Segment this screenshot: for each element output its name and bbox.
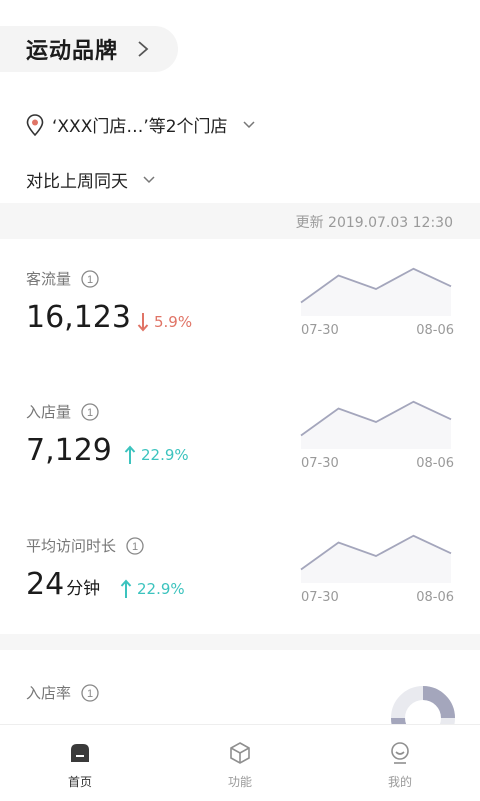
- chevron-right-icon: [136, 40, 150, 58]
- metric-value: 7,129: [26, 433, 114, 468]
- info-icon[interactable]: 1: [81, 403, 99, 421]
- chart-tick-end: 08-06: [416, 590, 454, 605]
- sparkline-chart: [300, 391, 452, 451]
- info-icon[interactable]: 1: [81, 270, 99, 288]
- compare-selector[interactable]: 对比上周同天: [26, 167, 156, 192]
- svg-text:1: 1: [87, 407, 93, 419]
- chevron-down-icon: [242, 120, 256, 130]
- arrow-up-icon: [120, 579, 132, 599]
- metric-value: 16,123: [26, 300, 133, 335]
- svg-text:1: 1: [87, 274, 93, 286]
- nav-features[interactable]: 功能: [160, 725, 320, 801]
- brand-selector[interactable]: 运动品牌: [0, 26, 178, 72]
- compare-selector-label: 对比上周同天: [26, 167, 128, 192]
- chevron-down-icon: [142, 175, 156, 185]
- metric-label-row: 客流量 1: [26, 268, 99, 289]
- chart-tick-end: 08-06: [416, 323, 454, 338]
- metric-value: 24分钟: [26, 567, 100, 602]
- metric-change-value: 22.9%: [141, 446, 189, 464]
- profile-icon: [388, 741, 412, 765]
- metric-change-value: 5.9%: [154, 313, 192, 331]
- metric-value-number: 24: [26, 567, 64, 602]
- brand-title: 运动品牌: [26, 33, 118, 65]
- bottom-nav: 首页 功能 我的: [0, 724, 480, 801]
- update-banner: 更新 2019.07.03 12:30: [0, 203, 480, 239]
- info-icon[interactable]: 1: [81, 684, 99, 702]
- metric-change-value: 22.9%: [137, 580, 185, 598]
- metric-label: 平均访问时长: [26, 535, 116, 556]
- location-pin-icon: [26, 114, 44, 136]
- metric-label: 入店量: [26, 401, 71, 422]
- nav-profile[interactable]: 我的: [320, 725, 480, 801]
- arrow-down-icon: [137, 312, 149, 332]
- nav-home[interactable]: 首页: [0, 725, 160, 801]
- sparkline-chart: [300, 258, 452, 318]
- metric-change: 22.9%: [120, 579, 185, 599]
- metric-value-number: 7,129: [26, 433, 112, 468]
- chart-tick-start: 07-30: [301, 323, 339, 338]
- entry-rate-label-row[interactable]: 入店率 1: [26, 682, 99, 703]
- section-divider: [0, 634, 480, 650]
- entry-rate-label: 入店率: [26, 682, 71, 703]
- nav-profile-label: 我的: [388, 773, 412, 790]
- metric-change: 5.9%: [137, 312, 192, 332]
- metric-value-number: 16,123: [26, 300, 131, 335]
- chart-tick-end: 08-06: [416, 456, 454, 471]
- chart-tick-start: 07-30: [301, 456, 339, 471]
- info-icon[interactable]: 1: [126, 537, 144, 555]
- arrow-up-icon: [124, 445, 136, 465]
- sparkline-chart: [300, 525, 452, 585]
- svg-text:1: 1: [87, 688, 93, 700]
- home-icon: [68, 741, 92, 765]
- metric-label: 客流量: [26, 268, 71, 289]
- metric-value-unit: 分钟: [66, 579, 100, 599]
- metric-label-row: 平均访问时长 1: [26, 535, 144, 556]
- metric-card-traffic[interactable]: 客流量 1 16,123 5.9% 07-30 08-06: [0, 268, 480, 388]
- nav-home-label: 首页: [68, 773, 92, 790]
- store-selector[interactable]: ‘XXX门店…’等2个门店: [26, 112, 256, 137]
- nav-features-label: 功能: [228, 773, 252, 790]
- svg-text:1: 1: [132, 541, 138, 553]
- metric-card-entries[interactable]: 入店量 1 7,129 22.9% 07-30 08-06: [0, 401, 480, 521]
- store-selector-label: ‘XXX门店…’等2个门店: [52, 112, 228, 137]
- update-timestamp: 更新 2019.07.03 12:30: [296, 212, 453, 232]
- chart-tick-start: 07-30: [301, 590, 339, 605]
- cube-icon: [228, 741, 252, 765]
- metric-label-row: 入店量 1: [26, 401, 99, 422]
- metric-change: 22.9%: [124, 445, 189, 465]
